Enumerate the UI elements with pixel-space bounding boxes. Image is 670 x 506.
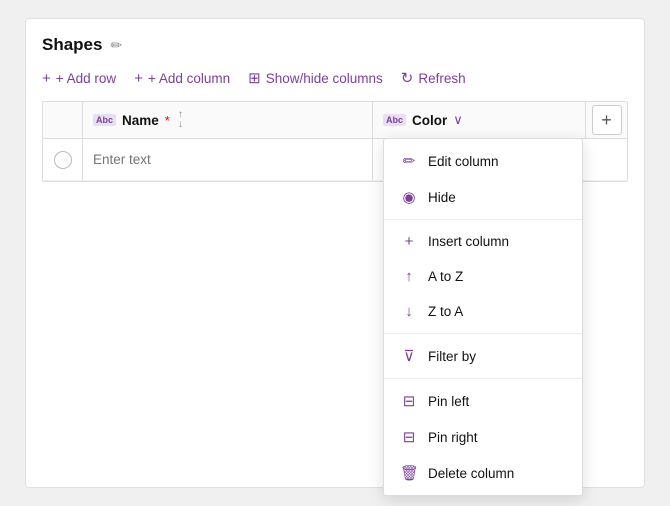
menu-item-delete-column[interactable]: 🗑 Delete column [384,455,582,491]
columns-icon: ⊞ [248,69,261,87]
menu-item-filter-by[interactable]: ⊽ Filter by [384,338,582,374]
menu-item-a-to-z[interactable]: ↑ A to Z [384,259,582,294]
insert-column-icon: + [400,233,418,250]
show-hide-button[interactable]: ⊞ Show/hide columns [248,69,383,87]
menu-item-hide[interactable]: ◉ Hide [384,179,582,215]
name-sort-icons: ↑ ↓ [178,110,183,130]
delete-column-label: Delete column [428,466,514,481]
name-input[interactable] [93,152,362,167]
filter-by-icon: ⊽ [400,347,418,365]
refresh-icon: ↻ [401,69,414,87]
insert-column-label: Insert column [428,234,509,249]
filter-by-label: Filter by [428,349,476,364]
pin-right-label: Pin right [428,430,478,445]
color-column-dropdown: ✏ Edit column ◉ Hide + Insert column ↑ A to Z ↓ Z… [383,138,583,496]
add-row-button[interactable]: + + Add row [42,70,116,87]
pin-left-icon: ⊟ [400,392,418,410]
add-col-button[interactable]: + [592,105,622,135]
row-checkbox-cell [43,139,83,180]
menu-item-insert-column[interactable]: + Insert column [384,224,582,259]
menu-item-edit-column[interactable]: ✏ Edit column [384,143,582,179]
menu-item-z-to-a[interactable]: ↓ Z to A [384,294,582,329]
table-header: Abc Name * ↑ ↓ Abc Color ∨ ✏Edit column◉… [43,102,627,139]
hide-icon: ◉ [400,188,418,206]
refresh-button[interactable]: ↻ Refresh [401,69,466,87]
z-to-a-icon: ↓ [400,303,418,320]
edit-column-icon: ✏ [400,152,418,170]
plus-icon-2: + [134,70,143,87]
panel-title: Shapes [42,35,102,55]
edit-title-icon[interactable]: ✏ [110,37,122,54]
delete-column-icon: 🗑 [400,464,418,482]
panel-title-row: Shapes ✏ [42,35,628,55]
pin-left-label: Pin left [428,394,469,409]
add-column-button[interactable]: + + Add column [134,70,230,87]
name-required-star: * [165,113,170,128]
name-type-icon: Abc [93,114,116,126]
a-to-z-icon: ↑ [400,268,418,285]
menu-item-pin-right[interactable]: ⊟ Pin right [384,419,582,455]
color-col-label: Color [412,113,447,128]
data-table: Abc Name * ↑ ↓ Abc Color ∨ ✏Edit column◉… [42,101,628,182]
row-selector-circle[interactable] [54,151,72,169]
header-checkbox-col [43,102,83,138]
refresh-label: Refresh [418,71,465,86]
edit-column-label: Edit column [428,154,499,169]
a-to-z-label: A to Z [428,269,463,284]
pin-right-icon: ⊟ [400,428,418,446]
color-type-icon: Abc [383,114,406,126]
name-col-label: Name [122,113,159,128]
show-hide-label: Show/hide columns [266,71,383,86]
add-row-label: + Add row [56,71,116,86]
add-column-label: + Add column [148,71,230,86]
row-name-cell[interactable] [83,139,373,180]
hide-label: Hide [428,190,456,205]
color-chevron-icon[interactable]: ∨ [453,112,463,128]
main-panel: Shapes ✏ + + Add row + + Add column ⊞ Sh… [25,18,645,488]
add-column-col: + [585,102,627,138]
name-column-header: Abc Name * ↑ ↓ [83,102,373,138]
toolbar: + + Add row + + Add column ⊞ Show/hide c… [42,69,628,87]
color-column-header[interactable]: Abc Color ∨ ✏Edit column◉Hide+Insert col… [373,102,585,138]
z-to-a-label: Z to A [428,304,463,319]
plus-icon: + [42,70,51,87]
menu-item-pin-left[interactable]: ⊟ Pin left [384,383,582,419]
sort-desc-icon[interactable]: ↓ [178,120,183,130]
